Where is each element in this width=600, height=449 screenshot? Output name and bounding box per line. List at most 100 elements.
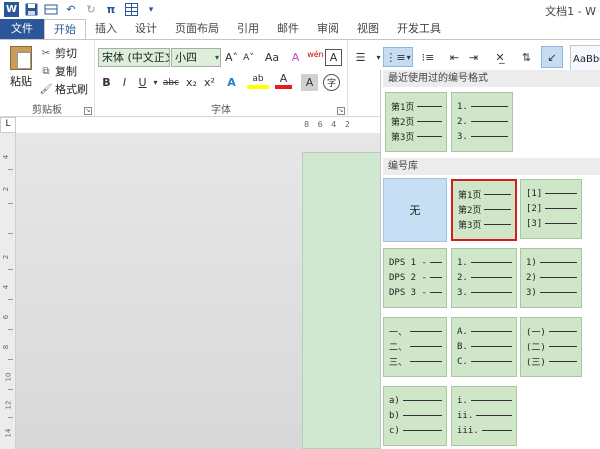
show-formatting-marks-icon[interactable]: ↙ (541, 46, 563, 68)
tile-label: b) (389, 410, 400, 421)
tile-label: ii. (457, 410, 474, 421)
shrink-font-button[interactable]: A˅ (240, 49, 257, 66)
increase-indent-icon[interactable]: ⇥ (465, 49, 482, 66)
sort-icon[interactable]: ⇅ (518, 49, 535, 66)
tile-label: 1. (457, 257, 468, 268)
font-launcher-icon[interactable]: ↘ (337, 107, 345, 115)
numbering-library-header: 编号库 (383, 158, 600, 175)
character-shading-button[interactable]: A (301, 74, 318, 91)
phonetic-guide-button[interactable]: wén (307, 46, 324, 63)
tile-label: DPS 2 - (389, 272, 427, 283)
tab-design[interactable]: 设计 (126, 19, 166, 39)
tile-label: c) (389, 425, 400, 436)
character-border-button[interactable]: A (325, 49, 342, 66)
recent-format-tile[interactable]: 第1页 第2页 第3页 (385, 92, 447, 152)
tile-label: 3. (457, 287, 468, 298)
paste-button[interactable]: 粘贴 (6, 46, 36, 98)
numbering-format-tile[interactable]: 第1页 第2页 第3页 (451, 179, 517, 241)
text-effects-button[interactable]: A (223, 74, 240, 91)
format-painter-button[interactable]: 🖌 格式刷 (40, 81, 88, 97)
subscript-button[interactable]: x₂ (183, 74, 200, 91)
strikethrough-button[interactable]: abc (161, 74, 181, 91)
numbering-format-tile[interactable]: DPS 1 - DPS 2 - DPS 3 - (383, 248, 447, 308)
ruler-mark (8, 169, 13, 170)
tab-file[interactable]: 文件 (0, 19, 44, 39)
undo-icon[interactable]: ↶ (63, 2, 79, 17)
format-painter-label: 格式刷 (55, 83, 88, 96)
tab-review[interactable]: 审阅 (308, 19, 348, 39)
tile-label: 第2页 (458, 206, 482, 216)
cut-button[interactable]: ✂ 剪切 (40, 45, 77, 61)
numbering-format-tile[interactable]: 1. 2. 3. (451, 248, 517, 308)
multilevel-list-icon[interactable]: ⁝≡ (416, 49, 440, 66)
copy-icon: ⧉ (42, 65, 50, 77)
tile-label: [3] (526, 218, 543, 229)
clear-formatting-button[interactable]: A (287, 49, 304, 66)
numbering-format-tile[interactable]: a) b) c) (383, 386, 447, 446)
pi-equation-icon[interactable]: π (103, 2, 119, 17)
ruler-tick: 8 (2, 344, 11, 350)
numbering-format-tile[interactable]: (一) (二) (三) (520, 317, 582, 377)
font-group: 宋体 (中文正文 小四 ▾ A˄ A˅ Aa A wén A B I U ▾ a… (95, 40, 348, 118)
tab-view[interactable]: 视图 (348, 19, 388, 39)
tile-label: 第3页 (458, 221, 482, 231)
font-size-combobox[interactable]: 小四 ▾ (171, 48, 221, 67)
tile-label: [2] (526, 203, 543, 214)
tab-references[interactable]: 引用 (228, 19, 268, 39)
ruler-tick: 12 (4, 400, 13, 410)
ruler-mark (8, 233, 13, 234)
title-bar: W ↶ ↻ π ▾ 文档1 - W (0, 0, 600, 19)
table-icon[interactable] (123, 2, 139, 17)
tile-label: 2. (457, 272, 468, 283)
ruler-mark (8, 329, 13, 330)
ruler-mark (8, 299, 13, 300)
font-color-button[interactable]: A (275, 72, 292, 89)
touch-mode-icon[interactable] (43, 2, 59, 17)
ruler-tick: 10 (4, 372, 13, 382)
numbering-format-tile[interactable]: 1) 2) 3) (520, 248, 582, 308)
superscript-button[interactable]: x² (201, 74, 218, 91)
tab-insert[interactable]: 插入 (86, 19, 126, 39)
numbering-none-tile[interactable]: 无 (383, 178, 447, 242)
tab-selector[interactable]: L (0, 117, 16, 133)
paintbrush-icon: 🖌 (39, 83, 53, 95)
customize-qat-icon[interactable]: ▾ (143, 2, 159, 17)
bullets-icon[interactable]: ☰ (352, 49, 369, 66)
enclose-characters-button[interactable]: 字 (323, 74, 340, 91)
numbering-format-tile[interactable]: 一、 二、 三、 (383, 317, 447, 377)
word-logo-icon: W (4, 2, 19, 17)
tile-label: A. (457, 326, 468, 337)
redo-icon[interactable]: ↻ (83, 2, 99, 17)
ruler-tick: 4 (2, 284, 11, 290)
font-size-value: 小四 (175, 51, 197, 64)
chinese-layout-icon[interactable]: ✕̲ (488, 49, 512, 66)
save-icon[interactable] (23, 2, 39, 17)
tile-label: 第1页 (391, 103, 415, 113)
font-name-combobox[interactable]: 宋体 (中文正文 (98, 48, 170, 67)
document-title: 文档1 - W (545, 5, 596, 18)
tab-mailings[interactable]: 邮件 (268, 19, 308, 39)
tile-label: (一) (526, 328, 546, 338)
tile-label: 3. (457, 131, 468, 142)
ruler-mark (8, 389, 13, 390)
recent-format-tile[interactable]: 1. 2. 3. (451, 92, 513, 152)
change-case-button[interactable]: Aa (260, 49, 284, 66)
document-page[interactable] (302, 152, 382, 449)
numbering-icon: ⋮≡ (385, 50, 406, 64)
numbering-format-tile[interactable]: i. ii. iii. (451, 386, 517, 446)
tile-label: (二) (526, 343, 546, 353)
grow-font-button[interactable]: A˄ (223, 49, 240, 66)
decrease-indent-icon[interactable]: ⇤ (446, 49, 463, 66)
numbering-format-tile[interactable]: A. B. C. (451, 317, 517, 377)
tab-page-layout[interactable]: 页面布局 (166, 19, 228, 39)
clipboard-launcher-icon[interactable]: ↘ (84, 107, 92, 115)
numbering-format-tile[interactable]: [1] [2] [3] (520, 179, 582, 239)
highlight-color-button[interactable]: ab (247, 72, 269, 89)
italic-button[interactable]: I (116, 74, 133, 91)
numbering-button[interactable]: ⋮≡ ▾ (383, 47, 413, 67)
bold-button[interactable]: B (98, 74, 115, 91)
tab-home[interactable]: 开始 (44, 19, 86, 39)
ruler-mark (8, 203, 13, 204)
copy-button[interactable]: ⧉ 复制 (40, 63, 77, 79)
tab-developer[interactable]: 开发工具 (388, 19, 450, 39)
